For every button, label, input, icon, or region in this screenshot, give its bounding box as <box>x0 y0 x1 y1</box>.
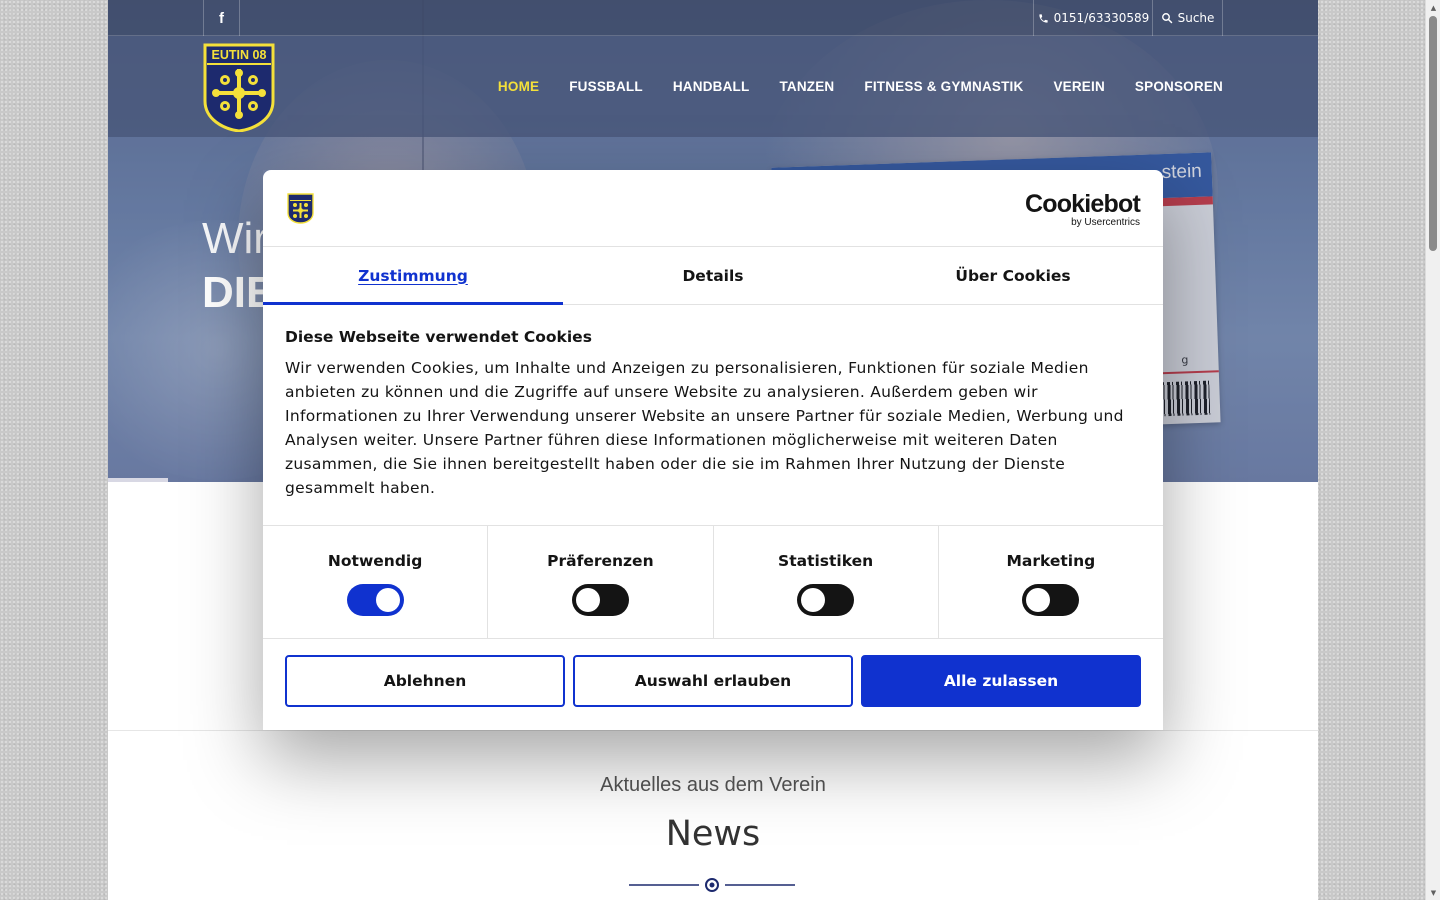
cookie-consent-dialog: Cookiebot by Usercentrics Zustimmung Det… <box>263 170 1163 730</box>
facebook-icon: f <box>219 9 224 27</box>
news-kicker: Aktuelles aus dem Verein <box>600 774 826 796</box>
cookie-dialog-actions: Ablehnen Auswahl erlauben Alle zulassen <box>285 655 1141 707</box>
search-label: Suche <box>1177 11 1215 25</box>
scroll-up-arrow-icon[interactable]: ▲ <box>1426 0 1440 15</box>
club-logo[interactable]: EUTIN 08 <box>203 43 275 132</box>
cookie-dialog-title: Diese Webseite verwendet Cookies <box>285 328 592 346</box>
allow-all-button[interactable]: Alle zulassen <box>861 655 1141 707</box>
phone-number: 0151/63330589 <box>1053 11 1150 25</box>
phone-icon <box>1039 13 1048 23</box>
tab-details[interactable]: Details <box>563 247 863 304</box>
slider-progress-bar <box>108 478 168 482</box>
logo-text: EUTIN 08 <box>212 48 267 62</box>
main-navigation: HOME FUSSBALL HANDBALL TANZEN FITNESS & … <box>498 36 1223 137</box>
nav-item-sponsoren[interactable]: SPONSOREN <box>1135 79 1223 94</box>
toggle-notwendig[interactable] <box>346 584 404 616</box>
nav-item-fitness-gymnastik[interactable]: FITNESS & GYMNASTIK <box>864 79 1023 94</box>
top-bar: f 0151/63330589 Suche <box>108 0 1318 36</box>
cookiebot-brand: Cookiebot <box>1024 190 1141 218</box>
category-label: Notwendig <box>327 552 423 570</box>
nav-item-handball[interactable]: HANDBALL <box>673 79 750 94</box>
club-logo-small <box>287 193 314 224</box>
toggle-praeferenzen[interactable] <box>571 584 629 616</box>
nav-item-tanzen[interactable]: TANZEN <box>779 79 834 94</box>
scroll-down-arrow-icon[interactable]: ▼ <box>1426 885 1440 900</box>
category-praeferenzen: Präferenzen <box>488 526 714 638</box>
heading-ornament-icon <box>629 878 795 892</box>
tab-zustimmung[interactable]: Zustimmung <box>263 247 563 305</box>
cookiebot-brand-sub: by Usercentrics <box>1071 217 1140 228</box>
search-button[interactable]: Suche <box>1152 0 1223 36</box>
cookie-dialog-body: Diese Webseite verwendet Cookies Wir ver… <box>285 328 1145 500</box>
decline-button[interactable]: Ablehnen <box>285 655 565 707</box>
facebook-link[interactable]: f <box>203 0 240 36</box>
cookie-category-toggles: Notwendig Präferenzen Statistiken Market… <box>263 525 1163 639</box>
nav-item-home[interactable]: HOME <box>498 79 539 94</box>
cookie-dialog-header: Cookiebot by Usercentrics <box>263 170 1163 247</box>
category-label: Marketing <box>1006 552 1096 570</box>
category-statistiken: Statistiken <box>714 526 939 638</box>
cookie-dialog-tabs: Zustimmung Details Über Cookies <box>263 247 1163 305</box>
category-marketing: Marketing <box>939 526 1163 638</box>
section-divider <box>108 730 1318 731</box>
news-heading: News <box>665 814 761 854</box>
toggle-marketing[interactable] <box>1022 584 1080 616</box>
nav-item-verein[interactable]: VEREIN <box>1053 79 1104 94</box>
nav-item-fussball[interactable]: FUSSBALL <box>569 79 643 94</box>
category-label: Statistiken <box>778 552 874 570</box>
search-icon <box>1161 13 1172 24</box>
site-header: EUTIN 08 HOME FUSSBALL HANDBALL TANZEN F… <box>108 36 1318 137</box>
scrollbar-thumb[interactable] <box>1429 16 1437 251</box>
category-notwendig: Notwendig <box>263 526 489 638</box>
allow-selection-button[interactable]: Auswahl erlauben <box>573 655 853 707</box>
page-scrollbar[interactable]: ▲ ▼ <box>1425 0 1440 900</box>
phone-link[interactable]: 0151/63330589 <box>1033 0 1153 36</box>
toggle-statistiken[interactable] <box>797 584 855 616</box>
cookiebot-logo[interactable]: Cookiebot by Usercentrics <box>1024 190 1141 228</box>
cookie-dialog-text: Wir verwenden Cookies, um Inhalte und An… <box>285 359 1124 497</box>
tab-ueber-cookies[interactable]: Über Cookies <box>863 247 1163 304</box>
category-label: Präferenzen <box>547 552 654 570</box>
